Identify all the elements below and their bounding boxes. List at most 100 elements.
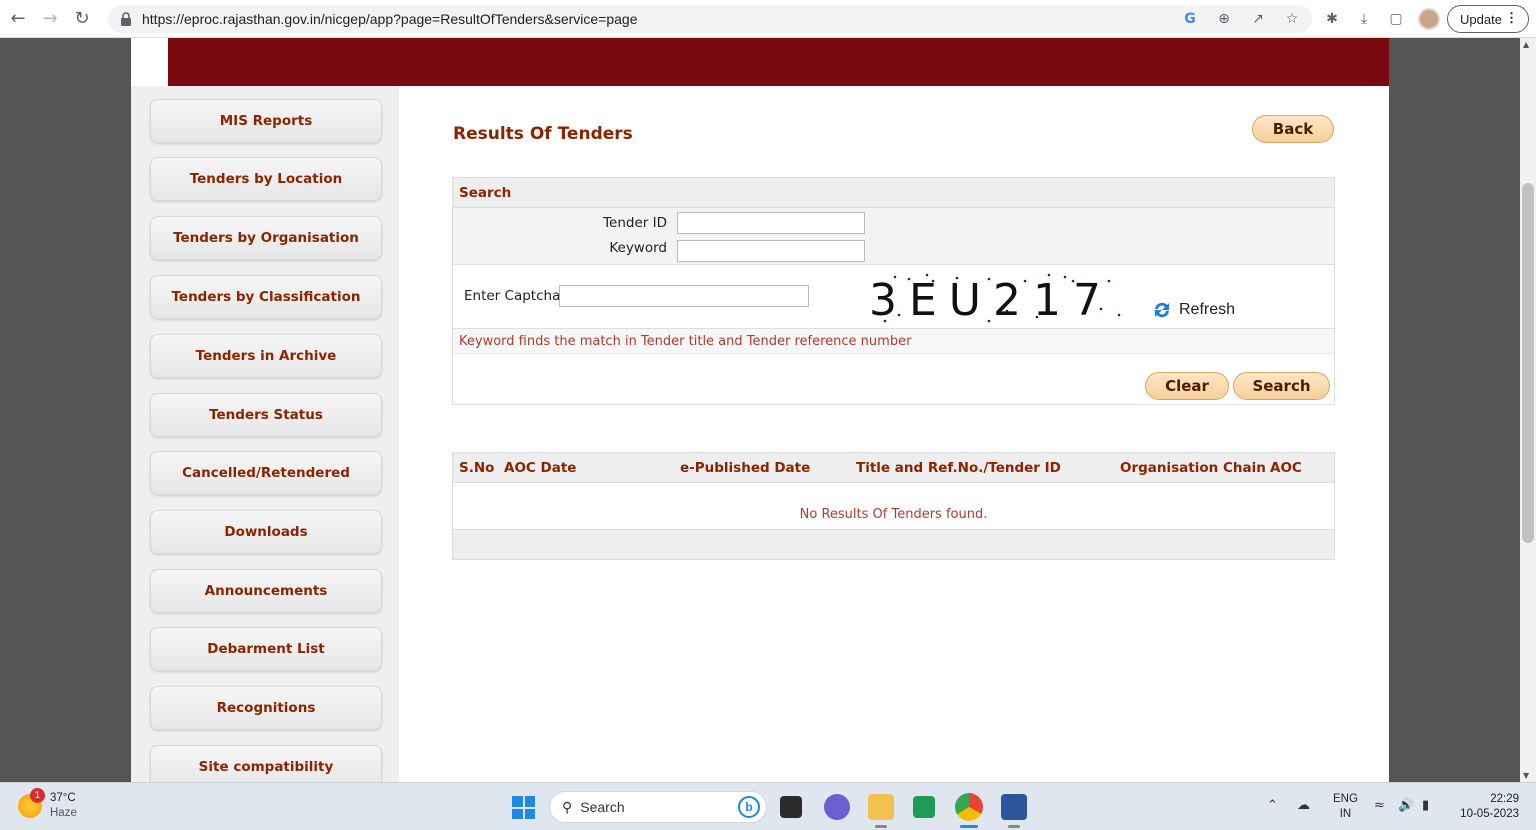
reload-icon[interactable]: ↻	[68, 5, 96, 33]
lang-bottom: IN	[1339, 808, 1352, 820]
site-container: MIS Reports Tenders by Location Tenders …	[131, 38, 1389, 782]
calendar-icon[interactable]	[913, 796, 935, 818]
search-form-area: Tender ID Keyword	[453, 208, 1334, 265]
forward-arrow-icon[interactable]: →	[36, 5, 64, 33]
tender-id-input[interactable]	[677, 212, 865, 234]
scroll-down-icon[interactable]: ▼	[1523, 771, 1529, 780]
lock-icon	[121, 12, 131, 26]
teams-chat-icon[interactable]	[824, 794, 850, 820]
tender-id-label: Tender ID	[603, 215, 667, 231]
lang-top: ENG	[1333, 793, 1358, 805]
sidebar-item-tenders-by-organisation[interactable]: Tenders by Organisation	[150, 216, 382, 260]
page-title: Results Of Tenders	[453, 124, 633, 144]
sidebar-item-downloads[interactable]: Downloads	[150, 510, 382, 554]
search-button[interactable]: Search	[1233, 372, 1330, 400]
scroll-up-icon[interactable]: ▲	[1523, 40, 1529, 49]
sidebar-item-recognitions[interactable]: Recognitions	[150, 686, 382, 730]
refresh-captcha-link[interactable]: Refresh	[1151, 299, 1235, 321]
results-table: S.No AOC Date e-Published Date Title and…	[452, 452, 1335, 560]
download-icon[interactable]: ⤓	[1354, 9, 1374, 29]
keyword-label: Keyword	[609, 240, 667, 256]
weather-temp: 37°C	[50, 792, 76, 804]
chevron-up-icon[interactable]: ⌃	[1267, 798, 1285, 814]
wifi-icon[interactable]: ≈	[1374, 798, 1392, 814]
captcha-text: 3EU217	[869, 275, 1113, 325]
update-label: Update	[1460, 11, 1502, 27]
taskbar-search[interactable]: ⚲ Search b	[549, 791, 767, 823]
file-explorer-indicator	[875, 825, 887, 828]
sidebar-item-cancelled-retendered[interactable]: Cancelled/Retendered	[150, 451, 382, 495]
google-icon[interactable]: G	[1180, 9, 1200, 29]
search-panel: Search Tender ID Keyword Enter Captcha 3…	[452, 177, 1335, 405]
results-footer	[453, 529, 1334, 559]
update-button[interactable]: Update ⋮	[1447, 5, 1529, 33]
back-arrow-icon[interactable]: ←	[4, 5, 32, 33]
language-indicator[interactable]: ENG IN	[1333, 792, 1358, 822]
site-banner	[168, 38, 1389, 86]
bing-icon[interactable]: b	[738, 796, 760, 818]
chrome-icon[interactable]	[955, 793, 983, 821]
sidebar-item-tenders-by-classification[interactable]: Tenders by Classification	[150, 275, 382, 319]
weather-badge: 1	[30, 788, 45, 803]
task-view-icon[interactable]	[780, 796, 802, 818]
share-icon[interactable]: ↗	[1248, 9, 1268, 29]
clear-button[interactable]: Clear	[1145, 372, 1229, 400]
page-scrollbar[interactable]: ▲ ▼	[1520, 38, 1536, 782]
clock-time: 22:29	[1490, 793, 1519, 805]
sidebar-item-site-compatibility[interactable]: Site compatibility	[150, 745, 382, 782]
search-icon: ⚲	[562, 798, 573, 815]
refresh-label: Refresh	[1179, 301, 1236, 318]
column-header: Organisation Chain	[1120, 460, 1266, 476]
captcha-label: Enter Captcha	[464, 288, 561, 304]
address-bar[interactable]: https://eproc.rajasthan.gov.in/nicgep/ap…	[108, 5, 1312, 33]
windows-start-icon[interactable]	[512, 796, 535, 819]
onedrive-cloud-icon[interactable]: ☁	[1297, 798, 1315, 814]
keyword-note: Keyword finds the match in Tender title …	[453, 329, 1334, 354]
taskbar-search-placeholder: Search	[580, 799, 625, 815]
column-header: AOC	[1270, 460, 1302, 476]
sidebar-item-debarment-list[interactable]: Debarment List	[150, 627, 382, 671]
sidebar: MIS Reports Tenders by Location Tenders …	[131, 86, 399, 782]
column-header: S.No	[459, 460, 495, 476]
zoom-icon[interactable]: ⊕	[1214, 9, 1234, 29]
results-header-row: S.No AOC Date e-Published Date Title and…	[453, 453, 1334, 483]
keyword-input[interactable]	[677, 240, 865, 262]
battery-icon[interactable]: ▮	[1422, 798, 1440, 814]
url-text: https://eproc.rajasthan.gov.in/nicgep/ap…	[142, 11, 638, 27]
weather-widget[interactable]: 1 37°C Haze	[18, 788, 77, 821]
sidebar-item-announcements[interactable]: Announcements	[150, 569, 382, 613]
profile-avatar[interactable]	[1418, 8, 1440, 30]
captcha-area: Enter Captcha 3EU217 Refresh	[453, 265, 1334, 329]
taskbar: 1 37°C Haze ⚲ Search b ⌃ ☁ ENG IN ≈ 🔊 ▮ …	[0, 782, 1536, 830]
browser-toolbar: ← → ↻ https://eproc.rajasthan.gov.in/nic…	[0, 0, 1536, 38]
extensions-icon[interactable]: ✱	[1322, 9, 1342, 29]
scroll-thumb[interactable]	[1522, 183, 1534, 543]
sidebar-item-tenders-in-archive[interactable]: Tenders in Archive	[150, 334, 382, 378]
back-button[interactable]: Back	[1252, 115, 1334, 143]
weather-desc: Haze	[50, 807, 77, 819]
captcha-image: 3EU217	[869, 273, 1121, 325]
sidebar-item-tenders-status[interactable]: Tenders Status	[150, 393, 382, 437]
side-panel-icon[interactable]: ▢	[1386, 9, 1406, 29]
bookmark-star-icon[interactable]: ☆	[1282, 9, 1302, 29]
volume-icon[interactable]: 🔊	[1398, 798, 1416, 814]
word-icon[interactable]	[1001, 794, 1027, 820]
sidebar-item-mis-reports[interactable]: MIS Reports	[150, 99, 382, 143]
column-header: AOC Date	[504, 460, 577, 476]
file-explorer-icon[interactable]	[868, 794, 894, 820]
menu-dots-icon[interactable]: ⋮	[1505, 10, 1518, 26]
word-indicator	[1008, 825, 1020, 828]
column-header: e-Published Date	[680, 460, 811, 476]
chrome-active-indicator	[960, 825, 978, 828]
banner-left-block	[131, 38, 168, 86]
column-header: Title and Ref.No./Tender ID	[856, 460, 1061, 476]
main-content: Results Of Tenders Back Search Tender ID…	[399, 86, 1389, 782]
page-viewport: MIS Reports Tenders by Location Tenders …	[0, 38, 1520, 782]
captcha-input[interactable]	[559, 285, 809, 307]
no-results-message: No Results Of Tenders found.	[799, 507, 988, 522]
weather-sun-icon: 1	[18, 788, 45, 818]
refresh-icon	[1155, 302, 1169, 318]
clock[interactable]: 22:29 10-05-2023	[1455, 792, 1519, 822]
sidebar-item-tenders-by-location[interactable]: Tenders by Location	[150, 157, 382, 201]
search-panel-heading: Search	[453, 178, 1334, 208]
